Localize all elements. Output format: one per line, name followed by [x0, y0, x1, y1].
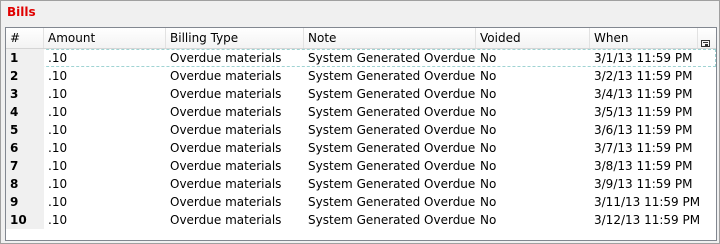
table-row[interactable]: 6 .10 Overdue materials System Generated Ov… [6, 139, 716, 157]
voided-cell: No [480, 123, 497, 137]
table-row[interactable]: 9 .10 Overdue materials System Generated Ov… [6, 193, 716, 211]
table-row[interactable]: 10 .10 Overdue materials System Generated O… [6, 211, 716, 229]
note-cell: System Generated Overdue Fine [308, 123, 476, 137]
voided-cell: No [480, 159, 497, 173]
column-header-note[interactable]: Note [304, 28, 476, 48]
voided-cell: No [480, 105, 497, 119]
voided-cell: No [480, 177, 497, 191]
amount-cell: .10 [48, 159, 68, 173]
when-cell: 3/5/13 11:59 PM [594, 105, 693, 119]
row-number-cell: 2 [6, 67, 44, 85]
table-row[interactable]: 3 .10 Overdue materials System Generated Ov… [6, 85, 716, 103]
when-cell: 3/12/13 11:59 PM [594, 213, 701, 227]
bills-table[interactable]: # Amount Billing Type Note Voided When 1… [5, 27, 717, 241]
column-header-billing-type[interactable]: Billing Type [166, 28, 304, 48]
note-cell: System Generated Overdue Fine [308, 141, 476, 155]
when-cell: 3/1/13 11:59 PM [594, 51, 693, 65]
column-header-when[interactable]: When [590, 28, 698, 48]
table-row[interactable]: 2 .10 Overdue materials System Generated Ov… [6, 67, 716, 85]
amount-cell: .10 [48, 87, 68, 101]
billing-type-cell: Overdue materials [170, 213, 282, 227]
billing-type-cell: Overdue materials [170, 195, 282, 209]
when-cell: 3/6/13 11:59 PM [594, 123, 693, 137]
voided-cell: No [480, 213, 497, 227]
amount-cell: .10 [48, 195, 68, 209]
row-number-cell: 3 [6, 85, 44, 103]
billing-type-cell: Overdue materials [170, 87, 282, 101]
amount-cell: .10 [48, 69, 68, 83]
voided-cell: No [480, 195, 497, 209]
bills-panel: Bills # Amount Billing Type Note Voided … [0, 0, 720, 244]
table-row[interactable]: 5 .10 Overdue materials System Generated Ov… [6, 121, 716, 139]
column-chooser-icon [701, 40, 710, 47]
when-cell: 3/8/13 11:59 PM [594, 159, 693, 173]
amount-cell: .10 [48, 123, 68, 137]
when-cell: 3/4/13 11:59 PM [594, 87, 693, 101]
amount-cell: .10 [48, 177, 68, 191]
note-cell: System Generated Overdue Fine [308, 105, 476, 119]
billing-type-cell: Overdue materials [170, 159, 282, 173]
row-number-cell: 8 [6, 175, 44, 193]
row-number-cell: 4 [6, 103, 44, 121]
column-chooser-button[interactable] [698, 28, 716, 48]
table-header: # Amount Billing Type Note Voided When [6, 28, 716, 49]
voided-cell: No [480, 51, 497, 65]
note-cell: System Generated Overdue Fine [308, 177, 476, 191]
note-cell: System Generated Overdue Fine [308, 195, 476, 209]
column-header-voided[interactable]: Voided [476, 28, 590, 48]
when-cell: 3/2/13 11:59 PM [594, 69, 693, 83]
when-cell: 3/9/13 11:59 PM [594, 177, 693, 191]
billing-type-cell: Overdue materials [170, 51, 282, 65]
note-cell: System Generated Overdue Fine [308, 51, 476, 65]
amount-cell: .10 [48, 141, 68, 155]
amount-cell: .10 [48, 51, 68, 65]
table-row[interactable]: 4 .10 Overdue materials System Generated Ov… [6, 103, 716, 121]
table-row[interactable]: 1 .10 Overdue materials System Generated Ov… [6, 49, 716, 67]
row-number-cell: 10 [6, 211, 44, 229]
column-header-amount[interactable]: Amount [44, 28, 166, 48]
billing-type-cell: Overdue materials [170, 141, 282, 155]
voided-cell: No [480, 141, 497, 155]
panel-title: Bills [7, 5, 36, 19]
table-row[interactable]: 8 .10 Overdue materials System Generated Ov… [6, 175, 716, 193]
note-cell: System Generated Overdue Fine [308, 159, 476, 173]
billing-type-cell: Overdue materials [170, 69, 282, 83]
voided-cell: No [480, 87, 497, 101]
amount-cell: .10 [48, 213, 68, 227]
billing-type-cell: Overdue materials [170, 177, 282, 191]
row-number-cell: 6 [6, 139, 44, 157]
row-number-cell: 9 [6, 193, 44, 211]
row-number-cell: 7 [6, 157, 44, 175]
when-cell: 3/7/13 11:59 PM [594, 141, 693, 155]
row-number-cell: 1 [6, 49, 44, 67]
table-body: 1 .10 Overdue materials System Generated Ov… [6, 49, 716, 229]
row-number-cell: 5 [6, 121, 44, 139]
amount-cell: .10 [48, 105, 68, 119]
column-header-number[interactable]: # [6, 28, 44, 48]
billing-type-cell: Overdue materials [170, 123, 282, 137]
note-cell: System Generated Overdue Fine [308, 213, 476, 227]
billing-type-cell: Overdue materials [170, 105, 282, 119]
note-cell: System Generated Overdue Fine [308, 69, 476, 83]
note-cell: System Generated Overdue Fine [308, 87, 476, 101]
voided-cell: No [480, 69, 497, 83]
table-row[interactable]: 7 .10 Overdue materials System Generated Ov… [6, 157, 716, 175]
when-cell: 3/11/13 11:59 PM [594, 195, 701, 209]
